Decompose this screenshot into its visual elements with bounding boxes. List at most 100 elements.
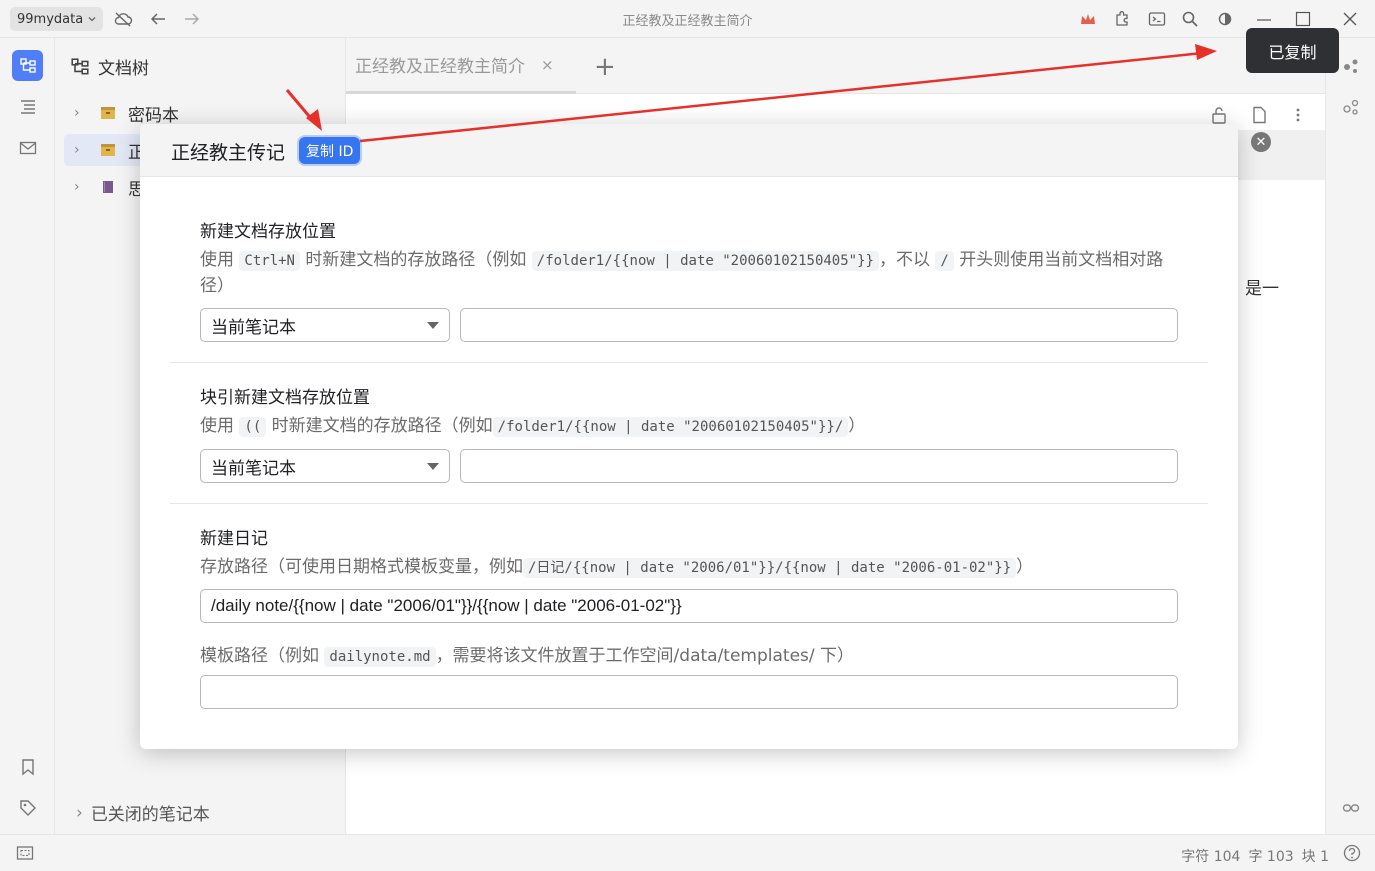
workspace-switcher[interactable]: 99mydata [10, 7, 104, 31]
crown-icon[interactable] [1078, 9, 1098, 29]
close-tab-icon[interactable]: × [541, 56, 554, 74]
title-bar: 99mydata 正经教及正经教主简介 [0, 0, 1375, 38]
block-count: 块 1 [1301, 849, 1329, 865]
daily-note-path-input[interactable]: /daily note/{{now | date "2006/01"}}/{{n… [200, 589, 1178, 623]
closed-notebooks-label: 已关闭的笔记本 [90, 805, 210, 825]
desc-text: 使用 [200, 250, 234, 270]
section-description: 使用 (( 时新建文档的存放路径（例如/folder1/{{now | date… [200, 414, 1180, 440]
copied-tooltip: 已复制 [1246, 28, 1339, 73]
settings-dialog: 正经教主传记 复制 ID 新建文档存放位置 使用 Ctrl+N 时新建文档的存放… [140, 124, 1238, 749]
forward-arrow-icon[interactable] [182, 9, 202, 29]
search-icon[interactable] [1180, 9, 1200, 29]
notebook-box-icon [101, 144, 115, 156]
outline-icon [20, 99, 35, 114]
close-window-icon[interactable] [1340, 9, 1360, 29]
chevron-right-icon: › [76, 802, 83, 823]
chevron-right-icon[interactable]: › [74, 179, 92, 195]
global-graph-icon[interactable] [1341, 97, 1361, 117]
desc-text: 时新建文档的存放路径（例如 [305, 250, 527, 270]
section-description: 使用 Ctrl+N 时新建文档的存放路径（例如 /folder1/{{now |… [200, 248, 1180, 299]
file-tree-rail-button[interactable] [12, 50, 43, 81]
workspace-name: 99mydata [17, 11, 84, 27]
minimize-icon[interactable] [1254, 9, 1274, 29]
tab-label: 正经教及正经教主简介 [355, 57, 525, 77]
document-icon[interactable] [1248, 104, 1270, 126]
desc-text: ） [1016, 557, 1034, 577]
cloud-sync-off-icon[interactable] [113, 9, 133, 29]
dock-toggle-icon[interactable] [15, 843, 35, 863]
char-count: 字符 104 [1181, 849, 1241, 865]
right-rail [1325, 38, 1375, 834]
desc-text: ，需要将该文件放置于工作空间/data/templates/ 下） [435, 646, 855, 666]
closed-notebooks[interactable]: › 已关闭的笔记本 [76, 800, 210, 826]
desc-text: 时新建文档的存放路径（例如 [271, 416, 493, 436]
notebook-box-icon [101, 107, 115, 119]
chevron-right-icon[interactable]: › [74, 142, 92, 158]
outline-rail-button[interactable] [12, 91, 43, 122]
section-title: 块引新建文档存放位置 [200, 388, 370, 408]
code-snippet: / [935, 251, 954, 271]
notebook-label: 密码本 [128, 105, 179, 126]
desc-text: 使用 [200, 416, 234, 436]
desc-text: ，不以 [878, 250, 930, 270]
desc-text: ） [848, 416, 866, 436]
document-tab[interactable]: 正经教及正经教主简介 × [346, 38, 576, 94]
dropdown-caret-icon [427, 463, 439, 470]
window-title: 正经教及正经教主简介 [622, 14, 753, 29]
path-input[interactable] [460, 449, 1178, 483]
lock-icon[interactable] [1208, 104, 1230, 126]
status-counts: 字符 104 字 103 块 1 [1181, 846, 1329, 866]
plugin-icon[interactable] [1112, 9, 1132, 29]
code-snippet: Ctrl+N [239, 251, 300, 271]
left-rail [0, 38, 55, 834]
status-bar: 字符 104 字 103 块 1 [0, 834, 1375, 871]
backlink-icon[interactable] [1341, 798, 1361, 818]
block-highlight [1226, 130, 1325, 180]
maximize-icon[interactable] [1293, 9, 1313, 29]
theme-icon[interactable] [1215, 9, 1235, 29]
template-path-input[interactable] [200, 675, 1178, 709]
code-snippet: dailynote.md [324, 647, 436, 667]
notebook-select[interactable]: 当前笔记本 [200, 308, 450, 342]
select-value: 当前笔记本 [211, 317, 296, 338]
add-tab-button[interactable]: + [594, 52, 616, 82]
new-doc-location-section: 新建文档存放位置 使用 Ctrl+N 时新建文档的存放路径（例如 /folder… [200, 217, 1180, 299]
code-snippet: (( [239, 417, 267, 437]
code-snippet: /日记/{{now | date "2006/01"}}/{{now | dat… [523, 558, 1017, 578]
tab-bar: 正经教及正经教主简介 × + [346, 38, 1325, 94]
divider [170, 362, 1208, 363]
word-count: 字 103 [1248, 849, 1294, 865]
inbox-rail-button[interactable] [12, 132, 43, 163]
back-arrow-icon[interactable] [148, 9, 168, 29]
chevron-down-icon [88, 17, 96, 22]
section-description: 存放路径（可使用日期格式模板变量，例如/日记/{{now | date "200… [200, 555, 1180, 581]
path-input[interactable] [460, 308, 1178, 342]
section-title: 新建日记 [200, 529, 268, 549]
more-icon[interactable] [1287, 104, 1309, 126]
mail-icon [19, 141, 36, 154]
help-icon[interactable] [1342, 843, 1362, 863]
daily-note-section: 新建日记 存放路径（可使用日期格式模板变量，例如/日记/{{now | date… [200, 524, 1180, 581]
file-tree-icon [71, 57, 89, 74]
editor-visible-text: 是一 [1245, 279, 1279, 299]
select-value: 当前笔记本 [211, 458, 296, 479]
copy-id-button[interactable]: 复制 ID [299, 137, 361, 164]
section-description: 模板路径（例如 dailynote.md ，需要将该文件放置于工作空间/data/… [200, 644, 1180, 670]
tag-rail-button[interactable] [12, 792, 43, 823]
bookmark-icon [21, 758, 34, 775]
desc-text: 模板路径（例如 [200, 646, 319, 666]
graph-icon[interactable] [1341, 56, 1361, 76]
chevron-right-icon[interactable]: › [74, 105, 92, 121]
code-snippet: /folder1/{{now | date "20060102150405"}} [531, 251, 879, 271]
tag-icon [19, 799, 36, 816]
ref-new-doc-location-section: 块引新建文档存放位置 使用 (( 时新建文档的存放路径（例如/folder1/{… [200, 383, 1180, 440]
section-title: 新建文档存放位置 [200, 222, 336, 242]
close-dialog-icon[interactable]: ✕ [1251, 132, 1271, 152]
bookmark-rail-button[interactable] [12, 751, 43, 782]
code-snippet: /folder1/{{now | date "20060102150405"}}… [492, 417, 849, 437]
divider [170, 503, 1208, 504]
file-tree-header: 文档树 [70, 54, 149, 79]
notebook-select[interactable]: 当前笔记本 [200, 449, 450, 483]
desc-text: 存放路径（可使用日期格式模板变量，例如 [200, 557, 523, 577]
terminal-icon[interactable] [1147, 9, 1167, 29]
